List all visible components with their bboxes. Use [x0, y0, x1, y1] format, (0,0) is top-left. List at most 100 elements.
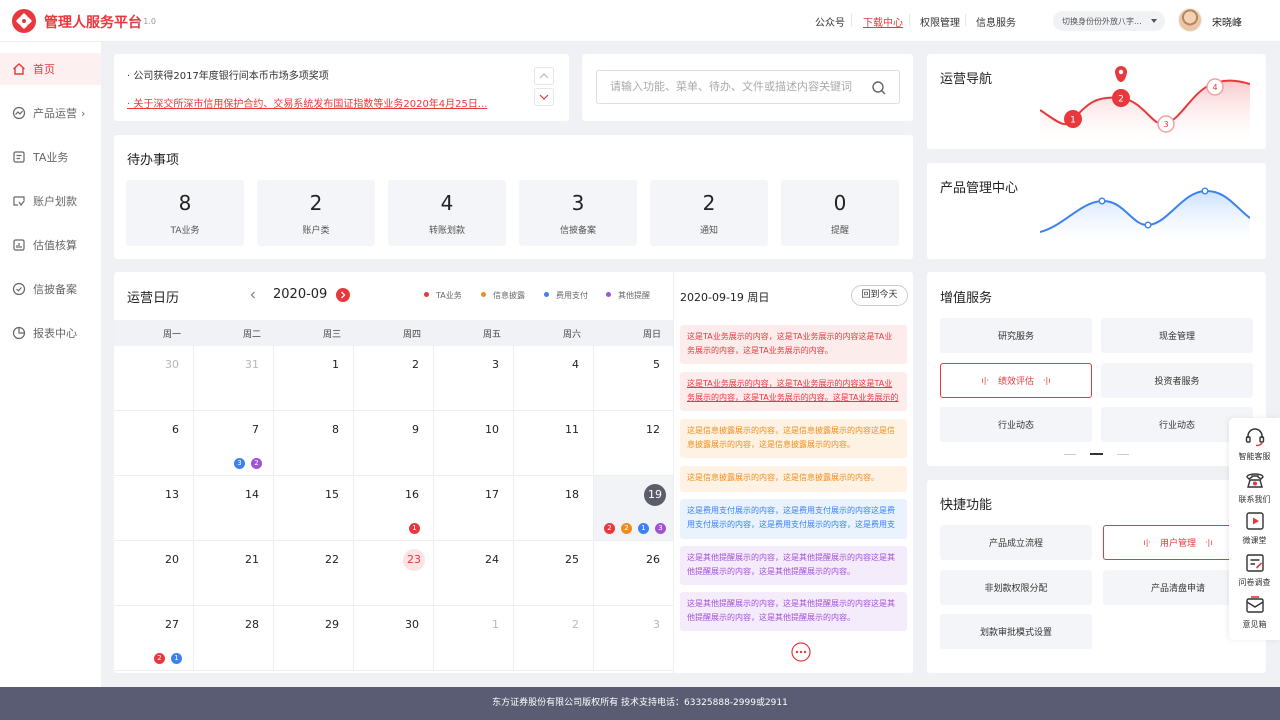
calendar-day[interactable]: 1: [274, 346, 354, 411]
calendar-day[interactable]: 26: [594, 541, 674, 606]
event-count-badge[interactable]: 2: [154, 653, 165, 664]
prev-month-icon[interactable]: [247, 289, 259, 301]
calendar-day[interactable]: 20: [114, 541, 194, 606]
calendar-day[interactable]: 23: [354, 541, 434, 606]
service-performance-eval[interactable]: ı|· 绩效评估 ·|ı: [940, 363, 1092, 398]
quick-permission-allocation[interactable]: 非划款权限分配: [940, 570, 1092, 605]
carousel-dot-active[interactable]: [1090, 453, 1103, 455]
sidebar-item-disclosure[interactable]: 信披备案: [0, 273, 101, 305]
nav-wechat[interactable]: 公众号: [815, 14, 845, 29]
quick-approval-mode[interactable]: 划款审批模式设置: [940, 614, 1092, 649]
event-count-badge[interactable]: 1: [171, 653, 182, 664]
calendar-day[interactable]: 17: [434, 476, 514, 541]
calendar-day[interactable]: 9: [354, 411, 434, 476]
sidebar-item-account-transfer[interactable]: 账户划款: [0, 185, 101, 217]
calendar-day[interactable]: 30: [354, 606, 434, 671]
more-events-icon[interactable]: [791, 642, 811, 662]
calendar-day[interactable]: 19 2 2 1 3: [594, 476, 674, 541]
calendar-day[interactable]: 6: [114, 411, 194, 476]
calendar-day[interactable]: 13: [114, 476, 194, 541]
next-month-icon[interactable]: [336, 288, 350, 302]
event-count-badge[interactable]: 1: [409, 523, 420, 534]
service-industry-news[interactable]: 行业动态: [940, 407, 1092, 442]
carousel-dot[interactable]: [1117, 454, 1129, 455]
calendar-day[interactable]: 21: [194, 541, 274, 606]
calendar-day[interactable]: 30: [114, 346, 194, 411]
news-next-button[interactable]: [534, 88, 554, 106]
calendar-day[interactable]: 8: [274, 411, 354, 476]
todo-item[interactable]: 4 转账划款: [388, 180, 506, 246]
float-survey[interactable]: 问卷调查: [1229, 552, 1280, 588]
event-count-badge[interactable]: 2: [251, 458, 262, 469]
service-research[interactable]: 研究服务: [940, 318, 1092, 353]
nav-download-center[interactable]: 下载中心: [863, 14, 903, 29]
brand-logo-icon[interactable]: [12, 9, 36, 33]
sidebar-item-product-ops[interactable]: 产品运营 ›: [0, 97, 101, 129]
calendar-day[interactable]: 27 2 1: [114, 606, 194, 671]
back-to-today-button[interactable]: 回到今天: [851, 285, 908, 306]
sidebar-item-ta[interactable]: TA业务: [0, 141, 101, 173]
calendar-day[interactable]: 7 32: [194, 411, 274, 476]
event-item[interactable]: 这是信息披露展示的内容，这是信息披露展示的内容这是信息披露展示的内容，这是信息披…: [680, 419, 907, 458]
event-item[interactable]: 这是其他提醒展示的内容，这是其他提醒展示的内容这是其他提醒展示的内容，这是其他提…: [680, 592, 907, 631]
service-investor[interactable]: 投资者服务: [1101, 363, 1253, 398]
calendar-day[interactable]: 29: [274, 606, 354, 671]
ops-nav-graphic[interactable]: 1 2 3 4: [1040, 62, 1250, 140]
event-count-badge[interactable]: 1: [638, 523, 649, 534]
float-micro-class[interactable]: 微课堂: [1229, 510, 1280, 546]
event-item[interactable]: 这是信息披露展示的内容，这是信息披露展示的内容。: [680, 466, 907, 492]
event-count-badge[interactable]: 3: [655, 523, 666, 534]
todo-item[interactable]: 2 通知: [650, 180, 768, 246]
sidebar-item-valuation[interactable]: 估值核算: [0, 229, 101, 261]
todo-item[interactable]: 2 账户类: [257, 180, 375, 246]
event-item[interactable]: 这是TA业务展示的内容，这是TA业务展示的内容这是TA业务展示的内容，这是TA业…: [680, 325, 907, 364]
calendar-day[interactable]: 1: [434, 606, 514, 671]
calendar-day[interactable]: 11: [514, 411, 594, 476]
calendar-day[interactable]: 5: [594, 346, 674, 411]
calendar-day[interactable]: 14: [194, 476, 274, 541]
search-input[interactable]: [610, 80, 860, 93]
event-item[interactable]: 这是其他提醒展示的内容，这是其他提醒展示的内容这是其他提醒展示的内容，这是其他提…: [680, 546, 907, 585]
calendar-day[interactable]: 24: [434, 541, 514, 606]
calendar-day[interactable]: 28: [194, 606, 274, 671]
event-item[interactable]: 这是费用支付展示的内容，这是费用支付展示的内容这是费用支付展示的内容，这是费用支…: [680, 499, 907, 539]
sidebar-item-home[interactable]: 首页: [0, 53, 101, 85]
float-smart-service[interactable]: 智能客服: [1229, 426, 1280, 462]
service-cash-management[interactable]: 现金管理: [1101, 318, 1253, 353]
event-count-badge[interactable]: 2: [604, 523, 615, 534]
calendar-day[interactable]: 2: [354, 346, 434, 411]
todo-item[interactable]: 8 TA业务: [126, 180, 244, 246]
identity-select[interactable]: 切换身份份外放八字...: [1053, 11, 1165, 31]
calendar-day[interactable]: 22: [274, 541, 354, 606]
news-prev-button[interactable]: [534, 67, 554, 85]
event-item[interactable]: 这是TA业务展示的内容，这是TA业务展示的内容这是TA业务展示的内容，这是TA业…: [680, 372, 907, 411]
search-icon[interactable]: [871, 80, 887, 96]
calendar-day[interactable]: 4: [514, 346, 594, 411]
calendar-day[interactable]: 12: [594, 411, 674, 476]
calendar-day[interactable]: 3: [594, 606, 674, 671]
avatar[interactable]: [1178, 8, 1202, 32]
calendar-day[interactable]: 18: [514, 476, 594, 541]
calendar-day[interactable]: 31: [194, 346, 274, 411]
todo-item[interactable]: 0 提醒: [781, 180, 899, 246]
float-feedback[interactable]: 意见箱: [1229, 594, 1280, 630]
nav-info-service[interactable]: 信息服务: [976, 14, 1016, 29]
brand-title[interactable]: 管理人服务平台: [44, 12, 142, 32]
carousel-dot[interactable]: [1064, 454, 1076, 455]
news-item-highlight[interactable]: · 关于深交所深市信用保护合约、交易系统发布国证指数等业务2020年4月25日.…: [127, 95, 515, 110]
sidebar-item-reports[interactable]: 报表中心: [0, 317, 101, 349]
todo-item[interactable]: 3 信披备案: [519, 180, 637, 246]
calendar-day[interactable]: 10: [434, 411, 514, 476]
calendar-day[interactable]: 15: [274, 476, 354, 541]
float-contact[interactable]: 联系我们: [1229, 469, 1280, 505]
calendar-day[interactable]: 16 1: [354, 476, 434, 541]
username[interactable]: 宋晓峰: [1212, 14, 1242, 29]
quick-product-setup[interactable]: 产品成立流程: [940, 525, 1092, 560]
nav-permissions[interactable]: 权限管理: [920, 14, 960, 29]
calendar-day[interactable]: 2: [514, 606, 594, 671]
event-count-badge[interactable]: 2: [621, 523, 632, 534]
product-center-graphic[interactable]: [1040, 180, 1250, 242]
calendar-day[interactable]: 3: [434, 346, 514, 411]
news-item[interactable]: · 公司获得2017年度银行间本币市场多项奖项: [127, 67, 329, 82]
event-count-badge[interactable]: 3: [234, 458, 245, 469]
